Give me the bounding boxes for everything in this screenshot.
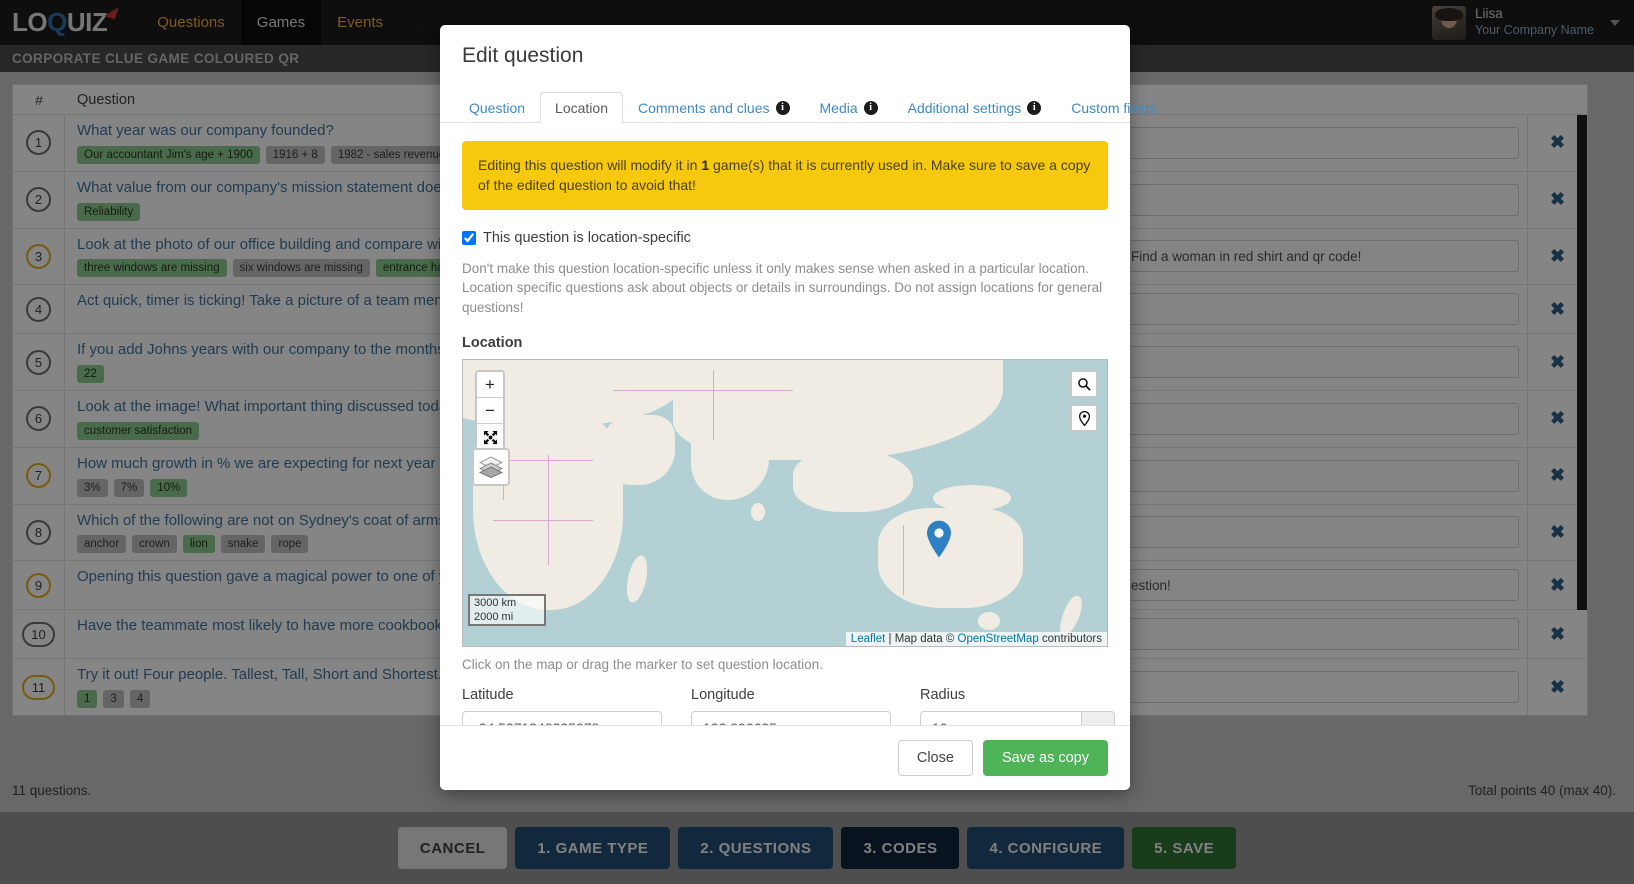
tab-custom-fields[interactable]: Custom fields (1056, 92, 1171, 123)
zoom-in-button[interactable]: + (477, 372, 503, 399)
landmass-new-guinea (933, 485, 1011, 512)
tab-location[interactable]: Location (540, 92, 623, 123)
map-scale-km: 3000 km (468, 594, 546, 611)
modal-body: Editing this question will modify it in … (440, 123, 1130, 725)
location-specific-checkbox[interactable] (462, 230, 476, 245)
fullscreen-button[interactable] (477, 424, 503, 451)
edit-question-modal: Edit question Question Location Comments a… (440, 25, 1156, 790)
location-map[interactable]: + − 3000 km 2000 mi Leaflet | Map data ©… (462, 359, 1108, 648)
modal-header: Edit question (440, 25, 1130, 87)
landmass-tasmania (978, 612, 1000, 631)
landmass-southeast-asia (793, 450, 913, 513)
modal-tabs: Question Location Comments and clues i Media… (440, 87, 1156, 123)
map-zoom-controls[interactable]: + − (475, 370, 505, 453)
info-icon[interactable]: i (1027, 101, 1042, 115)
landmass-madagascar (623, 553, 651, 605)
landmass-sri-lanka (751, 503, 765, 522)
border-line-3 (548, 455, 549, 566)
tab-media[interactable]: Media i (805, 92, 893, 123)
info-icon[interactable]: i (775, 101, 790, 115)
radius-input-wrap: m (920, 711, 1115, 725)
location-specific-row: This question is location-specific (462, 230, 1108, 246)
location-field-label: Location (462, 335, 523, 352)
location-marker-icon[interactable] (926, 520, 952, 558)
tab-label: Comments and clues (637, 100, 770, 116)
info-icon[interactable]: i (863, 101, 878, 115)
modal-footer: Close Save as copy (440, 725, 1130, 790)
edit-warning-banner: Editing this question will modify it in … (462, 141, 1108, 210)
location-specific-label[interactable]: This question is location-specific (483, 230, 691, 246)
longitude-field-group: Longitude (691, 687, 891, 725)
map-scale-bar: 3000 km 2000 mi (468, 594, 546, 627)
map-scale-mi: 2000 mi (468, 610, 546, 627)
tab-label: Media (819, 100, 858, 116)
radius-field-group: Radius m (920, 687, 1115, 725)
border-line-7 (493, 520, 593, 522)
radius-unit-label: m (1082, 711, 1115, 725)
latitude-label: Latitude (462, 687, 514, 704)
map-locate-button[interactable] (1070, 404, 1098, 433)
tab-label: Question (469, 100, 526, 116)
longitude-input[interactable] (691, 711, 891, 725)
openstreetmap-link[interactable]: OpenStreetMap (958, 633, 1039, 645)
border-line-5 (613, 390, 793, 392)
latitude-input[interactable] (462, 711, 662, 725)
coordinate-fields: Latitude Longitude Radius m (462, 687, 1115, 725)
attribution-separator: | Map data © (885, 633, 958, 646)
radius-label: Radius (920, 687, 966, 704)
tab-comments-and-clues[interactable]: Comments and clues i (623, 92, 805, 123)
zoom-out-button[interactable]: − (477, 398, 503, 425)
map-layers-button[interactable] (472, 448, 510, 487)
save-as-copy-button[interactable]: Save as copy (982, 740, 1108, 776)
border-line-6 (903, 525, 904, 596)
longitude-label: Longitude (691, 687, 755, 704)
tab-additional-settings[interactable]: Additional settings i (893, 92, 1057, 123)
border-line-4 (713, 370, 714, 441)
close-button[interactable]: Close (897, 740, 973, 776)
tab-label: Location (555, 100, 608, 116)
landmass-arabia (603, 415, 675, 486)
radius-input[interactable] (920, 711, 1082, 725)
warning-text-pre: Editing this question will modify it in (478, 157, 702, 173)
attribution-tail: contributors (1038, 633, 1102, 646)
tab-label: Additional settings (907, 100, 1022, 116)
map-search-button[interactable] (1070, 370, 1098, 399)
landmass-india (691, 422, 769, 501)
modal-title: Edit question (462, 44, 584, 67)
tab-question[interactable]: Question (454, 92, 540, 123)
latitude-field-group: Latitude (462, 687, 662, 725)
location-hint-text: Don't make this question location-specif… (462, 260, 1103, 315)
warning-game-count: 1 (701, 157, 710, 173)
map-hint-text: Click on the map or drag the marker to s… (462, 657, 823, 673)
map-attribution: Leaflet | Map data © OpenStreetMap contr… (845, 632, 1107, 647)
leaflet-link[interactable]: Leaflet (851, 633, 886, 645)
tab-label: Custom fields (1071, 100, 1157, 116)
